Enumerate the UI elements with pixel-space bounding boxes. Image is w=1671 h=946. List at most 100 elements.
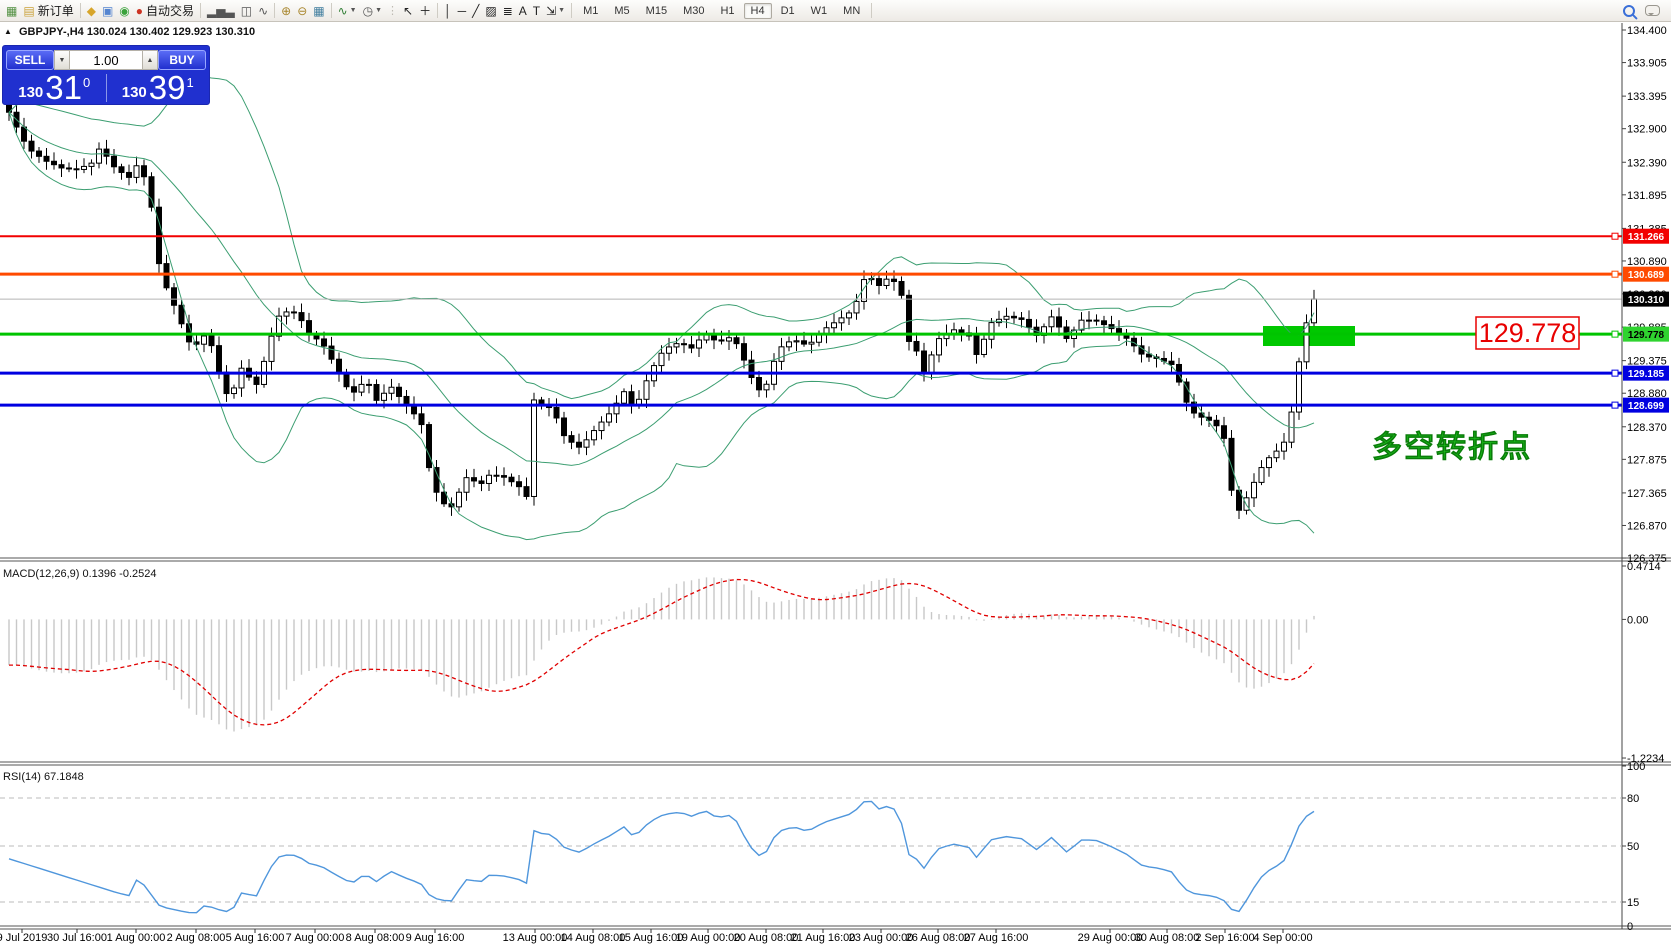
svg-text:130.310: 130.310 [1628,295,1665,306]
svg-text:128.699: 128.699 [1628,401,1665,412]
trendline-icon[interactable]: ╱ [469,1,482,20]
svg-text:15: 15 [1627,897,1639,909]
one-click-trading-panel: SELL ▼ ▲ BUY 130 31 0 130 39 1 [2,45,210,105]
timeframe-button-d1[interactable]: D1 [774,3,802,19]
vertical-line-icon[interactable]: │ [441,1,455,20]
timeframe-button-m30[interactable]: M30 [676,3,711,19]
svg-text:21 Aug 16:00: 21 Aug 16:00 [791,932,856,944]
horizontal-line-128.699-anchor[interactable] [1612,402,1618,408]
toolbar-separator [871,3,872,18]
horizontal-line-131.266-anchor[interactable] [1612,233,1618,239]
candlestick-series [7,102,1317,519]
macd-label: MACD(12,26,9) 0.1396 -0.2524 [3,568,156,580]
bar-chart-icon[interactable]: ▂▅▃ [204,1,238,20]
toolbar-separator [571,3,572,18]
equidistant-channel-icon: ▨ [485,5,496,17]
periods-dropdown-arrow[interactable]: ▼ [375,7,382,14]
horizontal-line-129.185-anchor[interactable] [1612,370,1618,376]
timeframe-button-m15[interactable]: M15 [639,3,674,19]
svg-text:131.266: 131.266 [1628,232,1665,243]
svg-text:130.689: 130.689 [1628,270,1665,281]
svg-text:127.875: 127.875 [1627,454,1667,466]
timeframe-button-m1[interactable]: M1 [576,3,605,19]
svg-text:15 Aug 16:00: 15 Aug 16:00 [619,932,684,944]
terminal-icon[interactable]: ▣ [99,1,116,20]
horizontal-line-129.778-anchor[interactable] [1612,331,1618,337]
indicators-dropdown[interactable]: ∿▼ [335,1,360,20]
timeframe-button-mn[interactable]: MN [836,3,867,19]
svg-text:130.890: 130.890 [1627,256,1667,268]
chat-icon[interactable] [1645,5,1660,16]
toolbar-separator [274,3,275,18]
line-chart-icon[interactable]: ∿ [255,1,271,20]
svg-text:27 Aug 16:00: 27 Aug 16:00 [964,932,1029,944]
signals-icon[interactable]: ◉ [116,1,132,20]
text-tool-icon[interactable]: A [516,1,530,20]
cn-annotation-text[interactable]: 多空转折点 [1372,431,1532,464]
volume-increase-button[interactable]: ▲ [142,50,158,70]
periods-dropdown[interactable]: ◷▼ [360,1,385,20]
zoom-in-icon: ⊕ [281,5,291,17]
svg-text:80: 80 [1627,793,1639,805]
indicators-dropdown-arrow[interactable]: ▼ [350,7,357,14]
svg-text:9 Jul 2019: 9 Jul 2019 [0,932,47,944]
timeframe-button-h1[interactable]: H1 [713,3,741,19]
cursor-icon[interactable]: ↖ [400,1,416,20]
collapse-panel-icon[interactable]: ▲ [4,27,12,36]
autotrading-button: ● [136,5,143,17]
arrows-dropdown-arrow[interactable]: ▼ [558,7,565,14]
sell-button[interactable]: SELL [6,50,54,70]
timeframe-button-h4[interactable]: H4 [744,3,772,19]
main-toolbar: ▦▤新订单◆▣◉●自动交易▂▅▃◫∿⊕⊖▦∿▼◷▼⋮↖＋│─╱▨≣AT⇲▼M1M… [0,0,1671,22]
chart-area[interactable]: 134.400133.905133.395132.900132.390131.8… [0,0,1671,946]
volume-input[interactable] [70,50,142,70]
zoom-out-icon[interactable]: ⊖ [294,1,310,20]
tile-windows-icon[interactable]: ▦ [310,1,327,20]
equidistant-channel-icon[interactable]: ▨ [482,1,499,20]
trade-prices-row: 130 31 0 130 39 1 [3,72,209,104]
svg-text:126.870: 126.870 [1627,520,1667,532]
buy-price-prefix: 130 [122,84,147,101]
expert-advisors-icon[interactable]: ◆ [84,1,99,20]
volume-stepper: ▼ ▲ [54,50,158,70]
text-label-icon[interactable]: T [530,1,543,20]
bar-chart-icon: ▂▅▃ [207,5,235,17]
buy-price[interactable]: 130 39 1 [107,72,210,104]
zoom-in-icon[interactable]: ⊕ [278,1,294,20]
timeframe-button-w1[interactable]: W1 [804,3,835,19]
svg-text:50: 50 [1627,841,1639,853]
tile-windows-icon: ▦ [313,5,324,17]
autotrading-button[interactable]: ●自动交易 [133,1,197,20]
new-order-button[interactable]: ▤新订单 [20,1,76,20]
text-tool-icon: A [519,5,527,17]
horizontal-line-130.689-anchor[interactable] [1612,271,1618,277]
volume-decrease-button[interactable]: ▼ [54,50,70,70]
candlestick-chart-icon[interactable]: ◫ [238,1,255,20]
periods-dropdown: ◷ [363,5,373,17]
toolbar-separator [80,3,81,18]
sell-price[interactable]: 130 31 0 [3,72,106,104]
svg-text:0.4714: 0.4714 [1627,561,1661,573]
candlestick-chart-icon: ◫ [241,5,252,17]
horizontal-line-icon[interactable]: ─ [455,1,470,20]
symbol-ohlc-bar: ▲ GBPJPY-,H4 130.024 130.402 129.923 130… [4,26,255,38]
fibonacci-icon[interactable]: ≣ [500,1,516,20]
buy-button[interactable]: BUY [158,50,206,70]
svg-text:1 Aug 00:00: 1 Aug 00:00 [107,932,166,944]
svg-text:133.395: 133.395 [1627,91,1667,103]
terminal-icon: ▣ [102,5,113,17]
timeframe-button-m5[interactable]: M5 [607,3,636,19]
bollinger-bands [9,77,1314,540]
date-axis[interactable]: 9 Jul 201930 Jul 16:001 Aug 00:002 Aug 0… [0,929,1313,944]
rsi-label: RSI(14) 67.1848 [3,771,84,783]
toolbar-separator [437,3,438,18]
crosshair-icon[interactable]: ＋ [416,1,434,20]
symbol-ohlc-values: 130.024 130.402 129.923 130.310 [87,26,255,38]
search-icon[interactable] [1623,5,1635,17]
expert-advisors-icon: ◆ [87,5,96,17]
svg-text:30 Jul 16:00: 30 Jul 16:00 [47,932,107,944]
arrows-dropdown[interactable]: ⇲▼ [543,1,568,20]
toolbar-right-group [1623,5,1668,17]
signals-icon: ◉ [119,5,129,17]
new-chart-icon[interactable]: ▦ [3,1,20,20]
